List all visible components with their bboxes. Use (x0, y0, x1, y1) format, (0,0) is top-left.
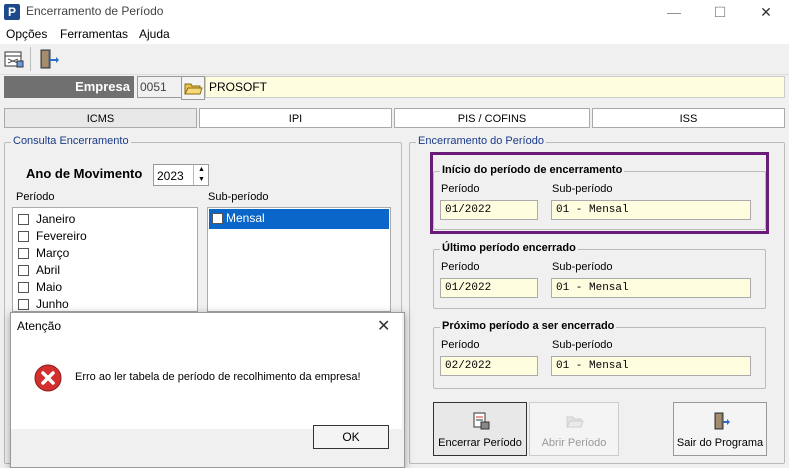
exit-door-icon[interactable] (36, 47, 60, 71)
dialog-body: Erro ao ler tabela de período de recolhi… (11, 339, 402, 429)
checkbox[interactable] (18, 265, 29, 276)
subperiodo-listbox[interactable]: Mensal (207, 207, 391, 312)
empresa-name-field[interactable]: PROSOFT (205, 76, 785, 98)
ultimo-sub-field[interactable]: 01 - Mensal (551, 278, 751, 298)
maximize-button[interactable]: ☐ (697, 0, 743, 24)
open-folder-icon (565, 411, 585, 431)
app-icon: P (4, 4, 20, 20)
ok-button[interactable]: OK (313, 425, 389, 449)
list-item-selected[interactable]: Mensal (209, 209, 389, 229)
menu-ajuda[interactable]: Ajuda (139, 27, 170, 41)
inicio-periodo-field[interactable]: 01/2022 (440, 200, 538, 220)
ano-label: Ano de Movimento (26, 166, 143, 181)
empresa-label: Empresa (75, 79, 130, 94)
ultimo-periodo-field[interactable]: 01/2022 (440, 278, 538, 298)
dialog-close-icon[interactable]: ✕ (377, 316, 390, 336)
ultimo-periodo-label: Período (441, 261, 480, 273)
ano-spinner[interactable]: 2023 ▲ ▼ (153, 164, 209, 186)
window-title: Encerramento de Período (26, 4, 164, 18)
proximo-sub-label: Sub-período (552, 339, 613, 351)
inicio-sub-field[interactable]: 01 - Mensal (551, 200, 751, 220)
inicio-title: Início do período de encerramento (440, 164, 625, 176)
checkbox[interactable] (18, 299, 29, 310)
checkbox[interactable] (18, 231, 29, 242)
ultimo-sub-label: Sub-período (552, 261, 613, 273)
title-bar: P Encerramento de Período — ☐ ✕ (0, 0, 789, 24)
inicio-sub-label: Sub-período (552, 183, 613, 195)
proximo-periodo-label: Período (441, 339, 480, 351)
dialog-title: Atenção (17, 319, 62, 333)
encerrar-label: Encerrar Período (438, 437, 522, 449)
checkbox[interactable] (18, 248, 29, 259)
checkbox[interactable] (212, 213, 223, 224)
encerrar-periodo-button[interactable]: Encerrar Período (433, 402, 527, 456)
proximo-sub-field[interactable]: 01 - Mensal (551, 356, 751, 376)
inicio-periodo-label: Período (441, 183, 480, 195)
menu-opcoes[interactable]: Opções (6, 27, 47, 41)
tab-ipi[interactable]: IPI (199, 108, 392, 128)
toolbar-divider (30, 47, 31, 71)
error-icon (33, 363, 63, 393)
sair-programa-button[interactable]: Sair do Programa (673, 402, 767, 456)
encerramento-legend: Encerramento do Período (416, 135, 546, 147)
empresa-code-field[interactable]: 0051 (137, 76, 183, 98)
minimize-button[interactable]: — (651, 0, 697, 24)
close-period-icon (471, 411, 491, 431)
ultimo-title: Último período encerrado (440, 242, 578, 254)
tab-icms[interactable]: ICMS (4, 108, 197, 128)
checkbox[interactable] (18, 214, 29, 225)
consulta-legend: Consulta Encerramento (11, 135, 131, 147)
sair-label: Sair do Programa (676, 437, 764, 449)
error-dialog: Atenção ✕ Erro ao ler tabela de período … (10, 312, 405, 468)
checkbox[interactable] (18, 282, 29, 293)
ano-value: 2023 (157, 169, 184, 183)
dialog-titlebar: Atenção ✕ (11, 313, 402, 339)
proximo-title: Próximo período a ser encerrado (440, 320, 617, 332)
calendar-icon[interactable] (2, 47, 26, 71)
periodo-list-label: Período (16, 191, 55, 203)
proximo-periodo-field[interactable]: 02/2022 (440, 356, 538, 376)
folder-open-icon[interactable] (181, 76, 205, 100)
spin-up-icon[interactable]: ▲ (193, 165, 209, 175)
tab-pis-cofins[interactable]: PIS / COFINS (394, 108, 590, 128)
exit-door-icon (711, 411, 731, 431)
empresa-label-box: Empresa (4, 76, 134, 98)
periodo-listbox[interactable]: Janeiro Fevereiro Março Abril Maio Junho (12, 207, 198, 312)
menu-bar: Opções Ferramentas Ajuda (0, 24, 789, 44)
spin-down-icon[interactable]: ▼ (193, 175, 209, 185)
toolbar (0, 44, 789, 75)
subperiodo-list-label: Sub-período (208, 191, 269, 203)
menu-ferramentas[interactable]: Ferramentas (60, 27, 128, 41)
abrir-label: Abrir Período (541, 437, 607, 449)
tab-iss[interactable]: ISS (592, 108, 785, 128)
close-button[interactable]: ✕ (743, 0, 789, 24)
dialog-message: Erro ao ler tabela de período de recolhi… (75, 371, 361, 383)
abrir-periodo-button[interactable]: Abrir Período (529, 402, 619, 456)
